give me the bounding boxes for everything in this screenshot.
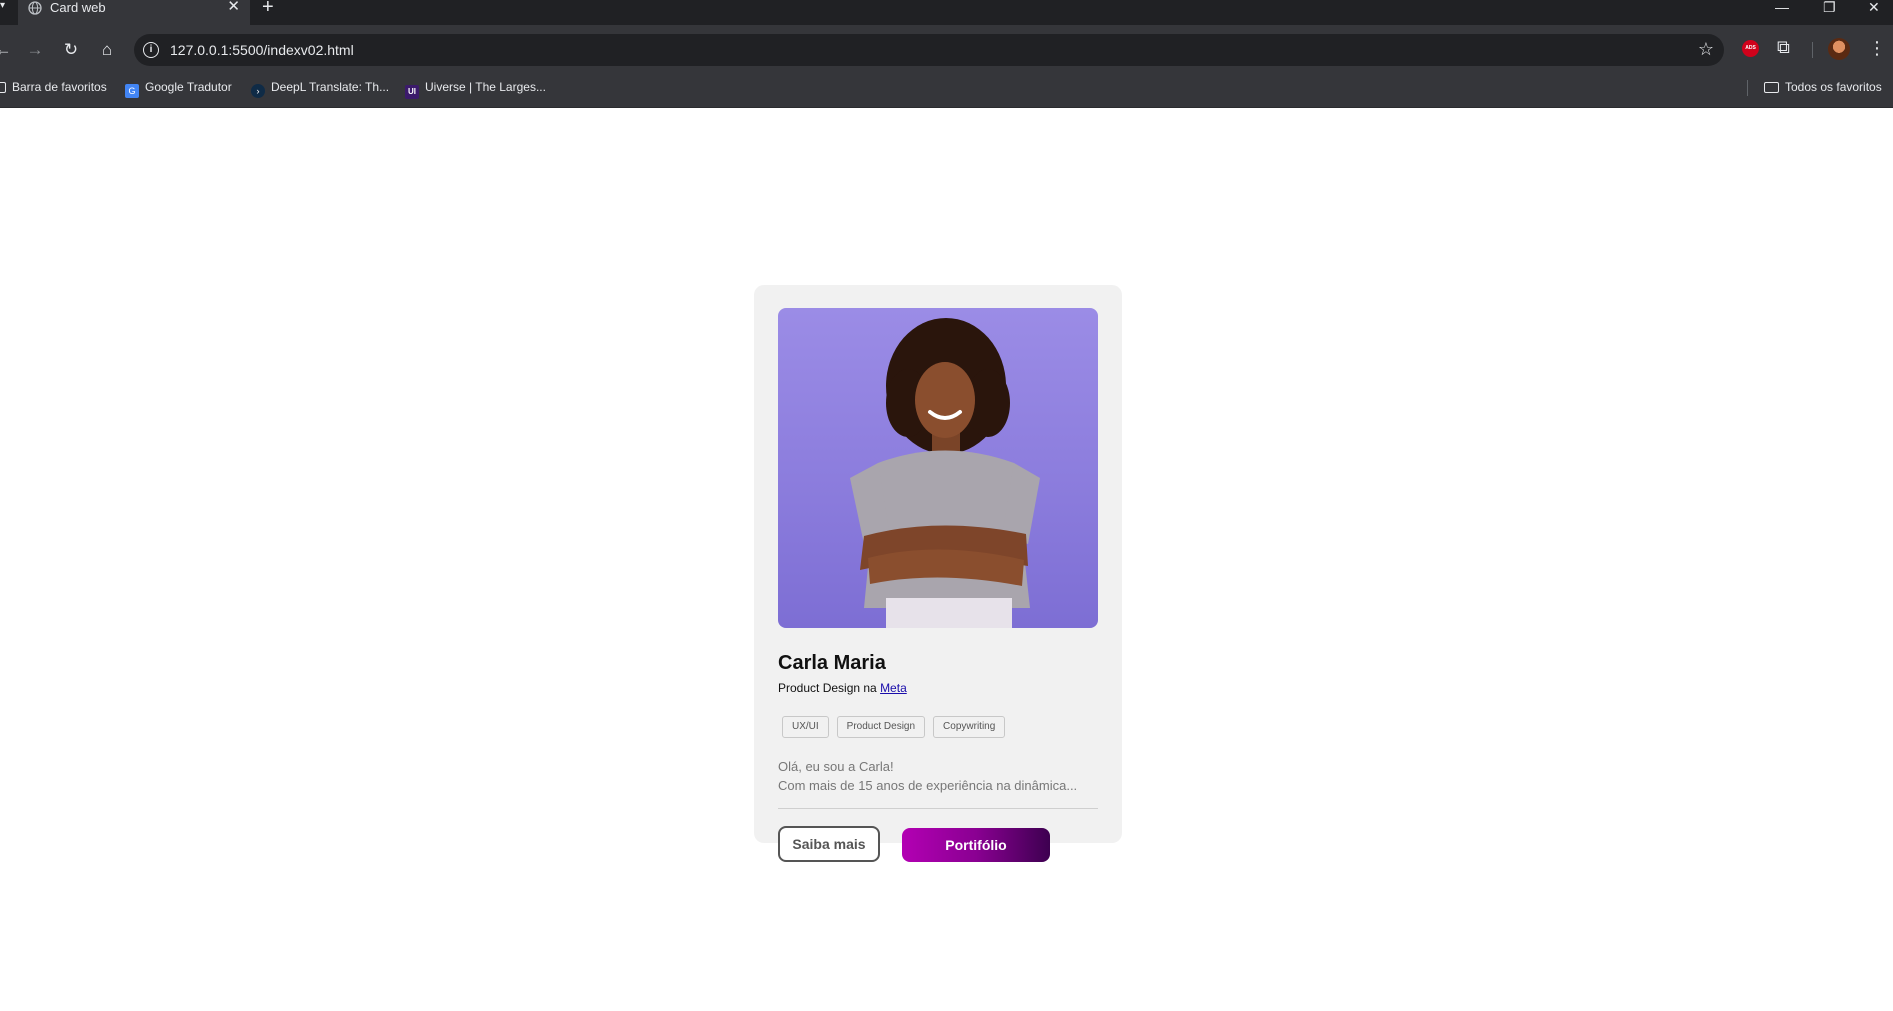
folder-icon	[0, 82, 6, 93]
close-tab-icon[interactable]: ✕	[227, 0, 240, 15]
role-text: Product Design na	[778, 681, 881, 695]
menu-kebab-icon[interactable]: ⋮	[1868, 37, 1886, 59]
browser-toolbar: ← → ↻ ⌂ i 127.0.0.1:5500/indexv02.html ☆…	[0, 25, 1893, 75]
adblock-extension-icon[interactable]: ADS	[1742, 40, 1759, 57]
bio-line: Olá, eu sou a Carla!	[778, 759, 894, 774]
profile-name: Carla Maria	[778, 652, 886, 674]
profile-avatar[interactable]	[1828, 38, 1850, 60]
restore-icon[interactable]: ❐	[1823, 0, 1836, 14]
profile-bio: Olá, eu sou a Carla! Com mais de 15 anos…	[778, 757, 1098, 795]
uiverse-icon: UI	[405, 85, 419, 99]
bookmark-deepl[interactable]: › DeepL Translate: Th...	[251, 75, 389, 108]
bio-line: Com mais de 15 anos de experiência na di…	[778, 778, 1078, 793]
forward-icon[interactable]: →	[24, 39, 46, 61]
tag-copywriting: Copywriting	[933, 716, 1006, 738]
tab-title: Card web	[50, 0, 106, 15]
minimize-icon[interactable]: —	[1775, 0, 1789, 14]
url-text[interactable]: 127.0.0.1:5500/indexv02.html	[170, 42, 354, 58]
bookmark-barra-de-favoritos[interactable]: Barra de favoritos	[0, 75, 107, 108]
globe-icon	[28, 1, 42, 15]
folder-icon	[1764, 82, 1779, 93]
bookmark-todos-os-favoritos[interactable]: Todos os favoritos	[1764, 75, 1882, 108]
bookmarks-bar: Barra de favoritos G Google Tradutor › Dee…	[0, 75, 1893, 108]
bookmark-label: DeepL Translate: Th...	[271, 80, 390, 94]
person-illustration	[850, 318, 1040, 628]
tab-card-web[interactable]: Card web ✕	[18, 0, 250, 25]
new-tab-button[interactable]: +	[262, 0, 274, 17]
close-window-icon[interactable]: ✕	[1868, 0, 1880, 14]
company-link[interactable]: Meta	[880, 681, 907, 695]
deepl-icon: ›	[251, 84, 265, 98]
google-translate-icon: G	[125, 84, 139, 98]
tag-product-design: Product Design	[836, 716, 926, 738]
reload-icon[interactable]: ↻	[60, 39, 82, 61]
tab-search-icon[interactable]: ▾	[0, 0, 6, 11]
bookmark-label: Uiverse | The Larges...	[425, 80, 546, 94]
skill-tags: UX/UI Product Design Copywriting	[782, 716, 1006, 738]
toolbar-divider	[1812, 42, 1813, 58]
card-divider	[778, 808, 1098, 809]
saiba-mais-button[interactable]: Saiba mais	[778, 826, 880, 862]
bookmarks-divider	[1747, 80, 1748, 96]
portfolio-button[interactable]: Portifólio	[902, 828, 1050, 862]
address-bar[interactable]: i 127.0.0.1:5500/indexv02.html ☆	[134, 34, 1724, 66]
profile-role: Product Design na Meta	[778, 680, 907, 696]
tab-strip: ▾ Card web ✕ + — ❐ ✕	[0, 0, 1893, 25]
profile-photo	[778, 308, 1098, 628]
bookmark-star-icon[interactable]: ☆	[1698, 39, 1714, 59]
back-icon[interactable]: ←	[0, 39, 14, 61]
bookmark-label: Barra de favoritos	[12, 80, 107, 94]
extensions-puzzle-icon[interactable]: ⧉	[1777, 37, 1790, 57]
bookmark-label: Todos os favoritos	[1785, 80, 1882, 94]
site-info-icon[interactable]: i	[143, 42, 159, 58]
profile-card: Carla Maria Product Design na Meta UX/UI…	[754, 285, 1122, 862]
bookmark-label: Google Tradutor	[145, 80, 232, 94]
bookmark-google-tradutor[interactable]: G Google Tradutor	[125, 75, 232, 108]
bookmark-uiverse[interactable]: UI Uiverse | The Larges...	[405, 75, 546, 108]
home-icon[interactable]: ⌂	[96, 39, 118, 61]
tag-ux-ui: UX/UI	[782, 716, 829, 738]
